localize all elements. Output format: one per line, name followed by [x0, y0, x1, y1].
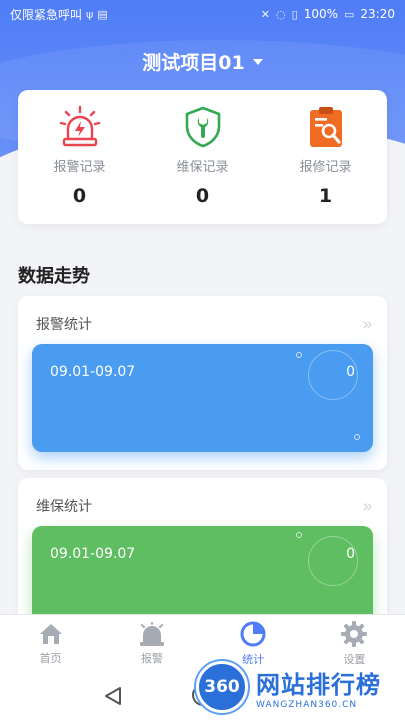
status-bar: 仅限紧急呼叫 ψ ▤ ✕ ◌ ▯ 100% ▭ 23:20 [0, 0, 405, 28]
tab-alarm[interactable]: 报警 [101, 615, 202, 672]
decor-dot [296, 532, 302, 538]
maintenance-records-count: 0 [195, 185, 210, 207]
carrier-text: 仅限紧急呼叫 [10, 7, 83, 22]
tab-home[interactable]: 首页 [0, 615, 101, 672]
sim-icon: ▯ [291, 7, 298, 21]
project-selector[interactable]: 测试项目01 [0, 44, 405, 78]
alarm-light-icon [57, 104, 103, 150]
maintenance-records-label: 维保记录 [176, 160, 229, 175]
repair-records-count: 1 [318, 185, 333, 207]
watermark: 360 网站排行榜 WANGZHAN360.CN [196, 654, 405, 720]
pie-chart-icon [240, 621, 266, 646]
repair-records-item[interactable]: 报修记录 1 [264, 90, 387, 224]
battery-percent: 100% [303, 7, 338, 21]
alarm-stats-card[interactable]: 报警统计 » 09.01-09.07 0 [18, 296, 387, 470]
clipboard-wrench-icon [303, 104, 349, 150]
mute-icon: ✕ [260, 7, 271, 21]
notification-icon: ▤ [97, 7, 108, 21]
alarm-stats-panel: 09.01-09.07 0 [32, 344, 373, 452]
records-card: 报警记录 0 维保记录 0 报修记录 1 [18, 90, 387, 224]
tab-home-label: 首页 [39, 651, 62, 665]
project-name: 测试项目01 [142, 51, 245, 74]
clock: 23:20 [360, 7, 395, 21]
caret-down-icon [252, 59, 263, 65]
double-chevron-right-icon[interactable]: » [362, 496, 373, 517]
maintenance-stats-range: 09.01-09.07 [50, 546, 136, 562]
decor-circle [308, 536, 358, 586]
double-chevron-right-icon[interactable]: » [362, 314, 373, 335]
shield-wrench-icon [180, 104, 226, 150]
alarm-stats-title: 报警统计 [36, 317, 92, 333]
maintenance-records-item[interactable]: 维保记录 0 [141, 90, 264, 224]
watermark-subtitle: WANGZHAN360.CN [256, 699, 358, 710]
maintenance-stats-card[interactable]: 维保统计 » 09.01-09.07 0 [18, 478, 387, 636]
usb-icon: ψ [86, 7, 94, 21]
maintenance-stats-title: 维保统计 [36, 499, 92, 515]
wifi-off-icon: ◌ [276, 7, 286, 21]
trend-section-title: 数据走势 [18, 266, 90, 287]
decor-dot [296, 352, 302, 358]
decor-dot [354, 434, 360, 440]
alarm-records-label: 报警记录 [53, 160, 106, 175]
alarm-records-item[interactable]: 报警记录 0 [18, 90, 141, 224]
battery-icon: ▭ [344, 7, 355, 21]
tab-alarm-label: 报警 [140, 651, 163, 665]
home-icon [39, 623, 62, 644]
alarm-bell-icon [139, 621, 164, 646]
back-triangle-icon[interactable] [104, 686, 122, 706]
watermark-logo: 360 [196, 661, 248, 713]
repair-records-label: 报修记录 [299, 160, 352, 175]
alarm-stats-range: 09.01-09.07 [50, 364, 136, 380]
decor-circle [308, 350, 358, 400]
alarm-records-count: 0 [72, 185, 87, 207]
watermark-title: 网站排行榜 [256, 670, 381, 699]
gear-icon [341, 620, 368, 647]
